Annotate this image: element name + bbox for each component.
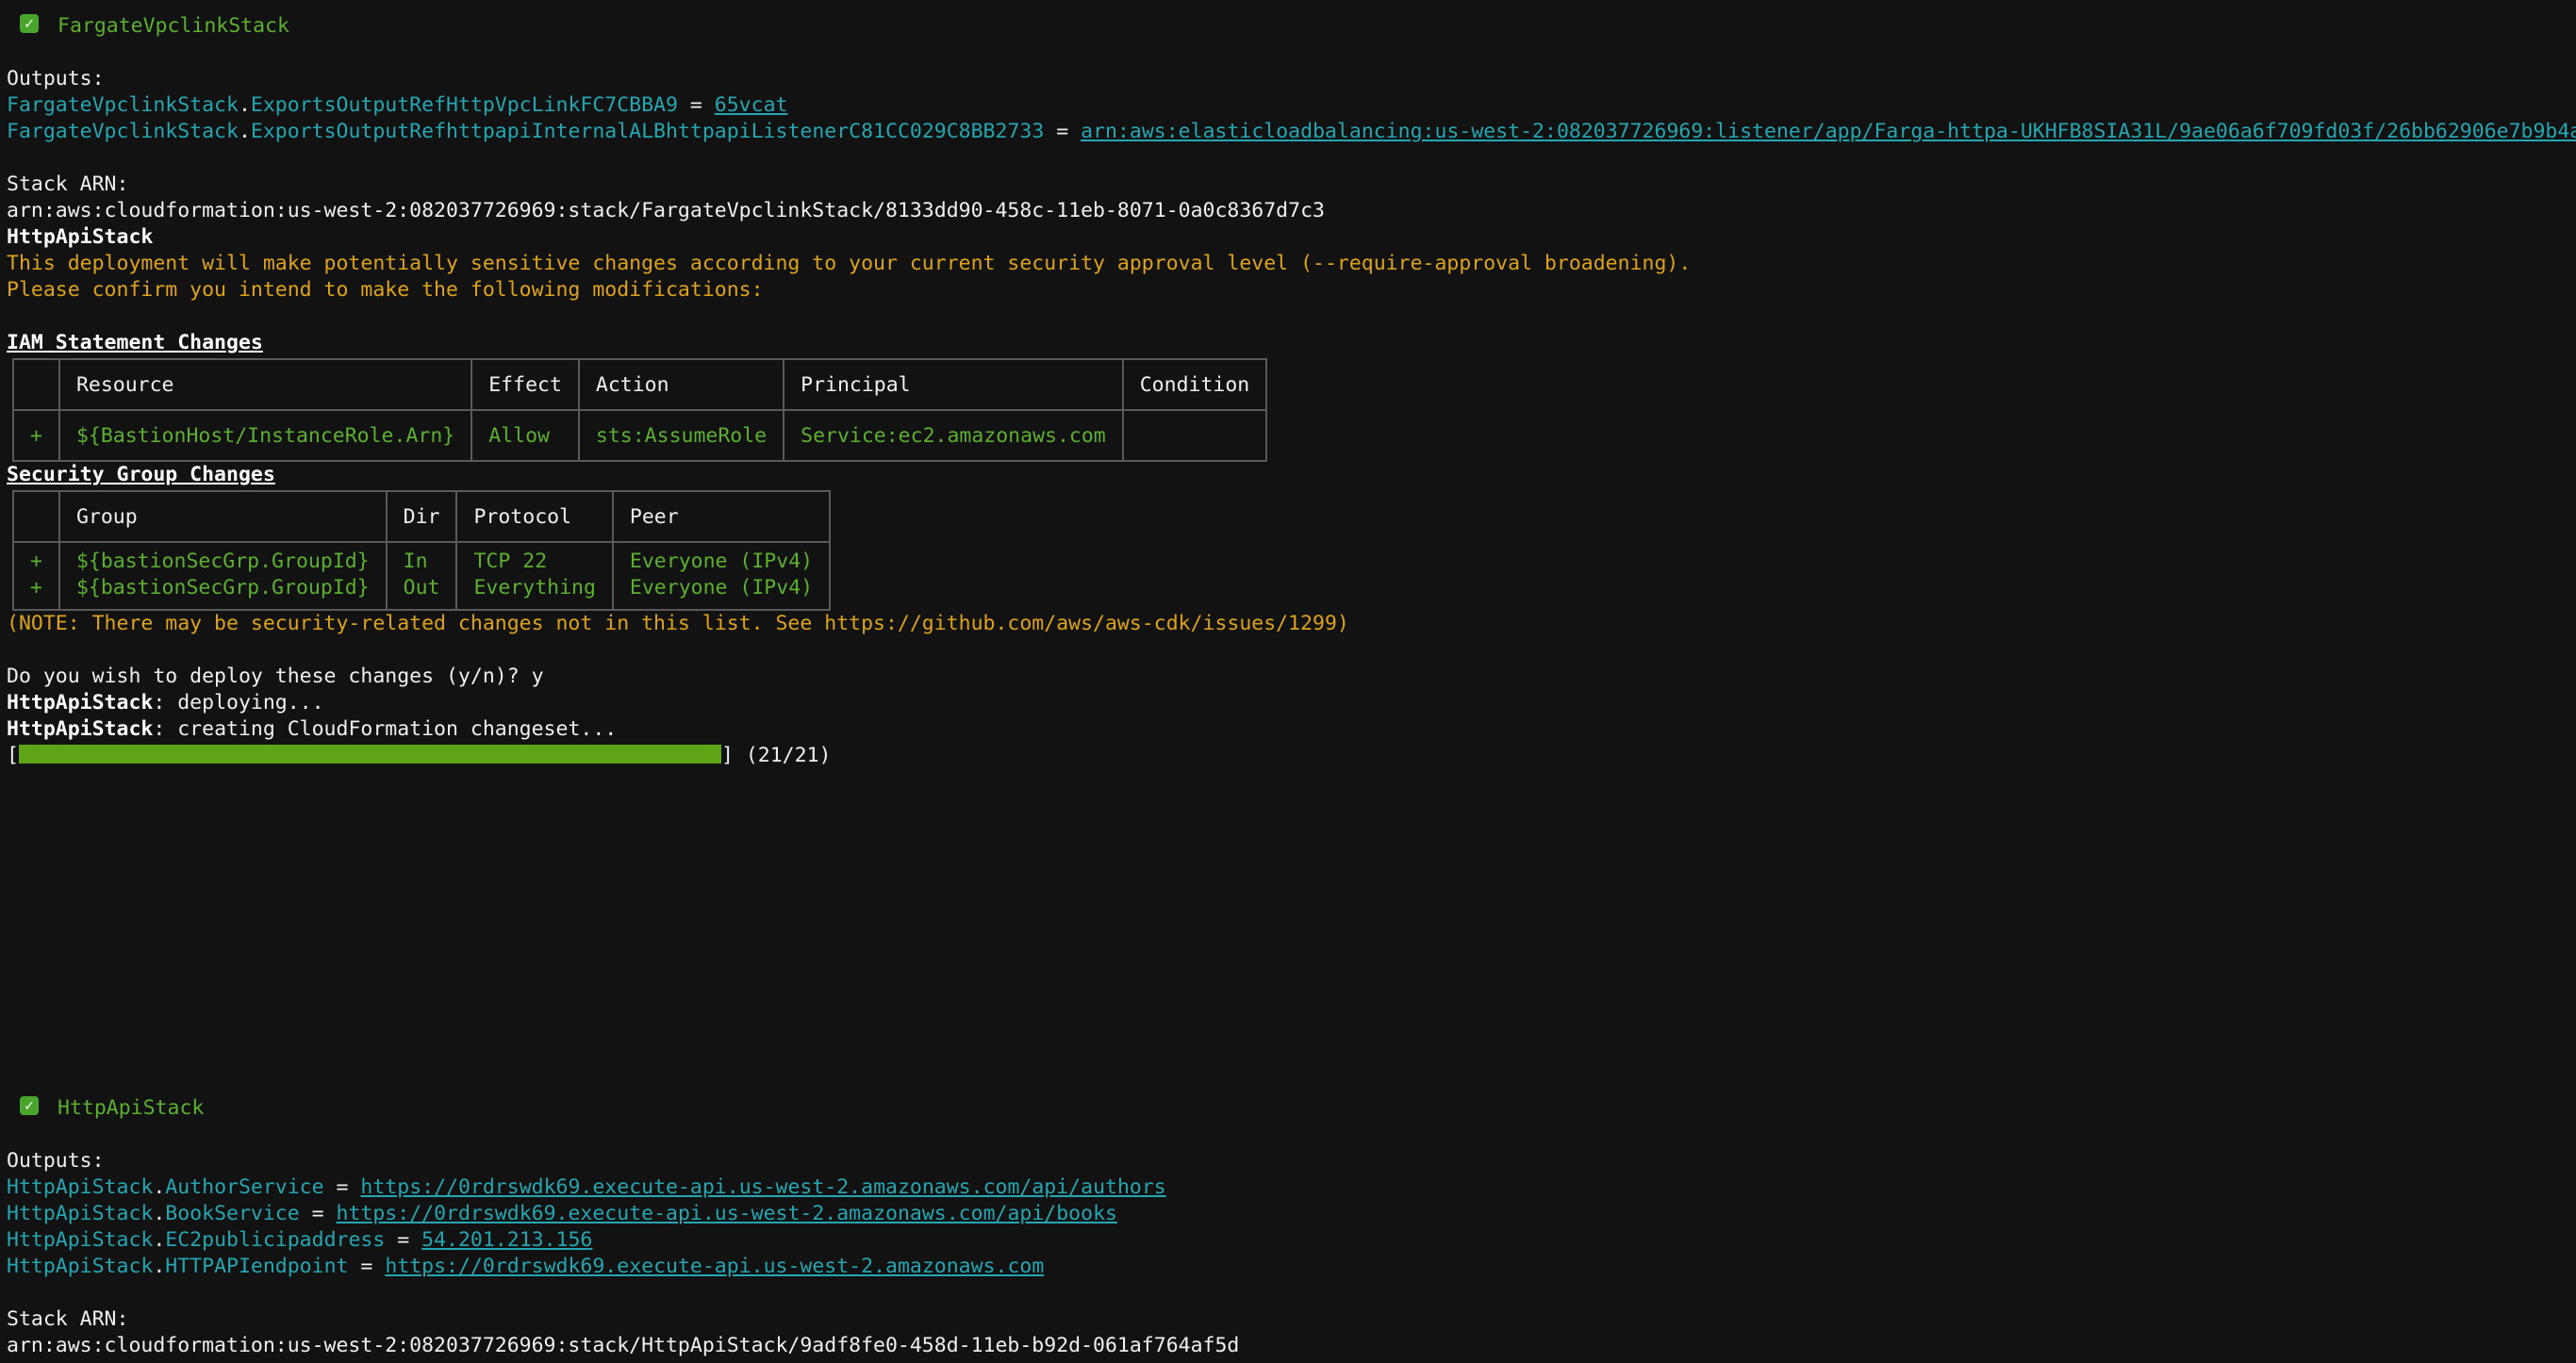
output-value-link[interactable]: 54.201.213.156 — [421, 1228, 592, 1252]
terminal-output: ✓ FargateVpclinkStack Outputs: FargateVpc… — [7, 13, 2576, 769]
stack-arn-label: Stack ARN: — [7, 172, 129, 196]
sg-section-title: Security Group Changes — [7, 463, 275, 486]
stack-success-line: ✓ FargateVpclinkStack — [7, 13, 2576, 40]
table-header-cell — [12, 358, 60, 411]
table-cell: ${bastionSecGrp.GroupId} ${bastionSecGrp.… — [58, 541, 388, 611]
stack-header: HttpApiStack — [7, 225, 154, 249]
stack-arn: arn:aws:cloudformation:us-west-2:0820377… — [7, 199, 1325, 222]
table-header-cell: Peer — [611, 490, 832, 543]
security-group-changes-table: Group Dir Protocol Peer + + ${bastionSecG… — [12, 490, 832, 611]
output-line: HttpApiStack.AuthorService = https://0rd… — [7, 1175, 1166, 1199]
warning-line: This deployment will make potentially se… — [7, 252, 1692, 275]
stack-name: FargateVpclinkStack — [58, 14, 289, 38]
table-header-cell: Protocol — [455, 490, 614, 543]
table-row: + + ${bastionSecGrp.GroupId} ${bastionSecG… — [12, 541, 832, 611]
progress-line: [] (21/21) — [7, 744, 832, 767]
table-cell: + — [12, 409, 60, 462]
iam-section-title: IAM Statement Changes — [7, 331, 263, 354]
output-value-link[interactable]: https://0rdrswdk69.execute-api.us-west-2… — [360, 1175, 1165, 1199]
table-cell: Everyone (IPv4) Everyone (IPv4) — [611, 541, 832, 611]
outputs-label: Outputs: — [7, 67, 105, 90]
table-header-cell: Condition — [1121, 358, 1268, 411]
table-header-cell: Action — [577, 358, 785, 411]
progress-count: (21/21) — [733, 744, 832, 767]
warning-line: Please confirm you intend to make the fo… — [7, 278, 764, 302]
table-cell: Service:ec2.amazonaws.com — [783, 409, 1124, 462]
table-header-cell: Effect — [471, 358, 580, 411]
stack-name: HttpApiStack — [58, 1096, 205, 1120]
stack-arn: arn:aws:cloudformation:us-west-2:0820377… — [7, 1334, 1240, 1357]
progress-bar — [18, 745, 721, 764]
table-header-cell: Dir — [385, 490, 458, 543]
output-value-link[interactable]: https://0rdrswdk69.execute-api.us-west-2… — [385, 1255, 1044, 1278]
deploy-status-line: HttpApiStack: creating CloudFormation ch… — [7, 717, 618, 741]
note-line: (NOTE: There may be security-related cha… — [7, 612, 1349, 635]
table-cell: In Out — [385, 541, 458, 611]
output-line: HttpApiStack.EC2publicipaddress = 54.201… — [7, 1228, 593, 1252]
check-box-icon: ✓ — [20, 14, 39, 33]
table-header-row: Group Dir Protocol Peer — [12, 490, 832, 543]
table-cell — [1121, 409, 1268, 462]
outputs-label: Outputs: — [7, 1149, 105, 1173]
output-value-link[interactable]: https://0rdrswdk69.execute-api.us-west-2… — [337, 1202, 1117, 1225]
table-header-cell: Resource — [58, 358, 473, 411]
stack-success-line: ✓ HttpApiStack — [7, 1095, 2576, 1122]
deploy-status-line: HttpApiStack: deploying... — [7, 691, 324, 714]
table-header-cell: Principal — [783, 358, 1124, 411]
output-line: FargateVpclinkStack.ExportsOutputRefHttp… — [7, 93, 788, 117]
output-value-link[interactable]: arn:aws:elasticloadbalancing:us-west-2:0… — [1081, 120, 2576, 143]
stack-arn-label: Stack ARN: — [7, 1307, 129, 1331]
output-line: HttpApiStack.HTTPAPIendpoint = https://0… — [7, 1255, 1045, 1278]
deploy-prompt: Do you wish to deploy these changes (y/n… — [7, 665, 544, 688]
check-box-icon: ✓ — [20, 1096, 39, 1115]
terminal-output-bottom: ✓ HttpApiStack Outputs: HttpApiStack.Auth… — [7, 1095, 2576, 1359]
table-cell: Allow — [471, 409, 580, 462]
table-cell: sts:AssumeRole — [577, 409, 785, 462]
table-header-row: Resource Effect Action Principal Conditi… — [12, 358, 1268, 411]
output-line: FargateVpclinkStack.ExportsOutputRefhttp… — [7, 119, 2576, 145]
table-cell: ${BastionHost/InstanceRole.Arn} — [58, 409, 473, 462]
table-header-cell: Group — [58, 490, 388, 543]
table-header-cell — [12, 490, 60, 543]
table-cell: TCP 22 Everything — [455, 541, 614, 611]
table-cell: + + — [12, 541, 60, 611]
output-value-link[interactable]: 65vcat — [715, 93, 788, 117]
table-row: + ${BastionHost/InstanceRole.Arn} Allow … — [12, 409, 1268, 462]
iam-changes-table: Resource Effect Action Principal Conditi… — [12, 358, 1268, 462]
output-line: HttpApiStack.BookService = https://0rdrs… — [7, 1202, 1117, 1225]
